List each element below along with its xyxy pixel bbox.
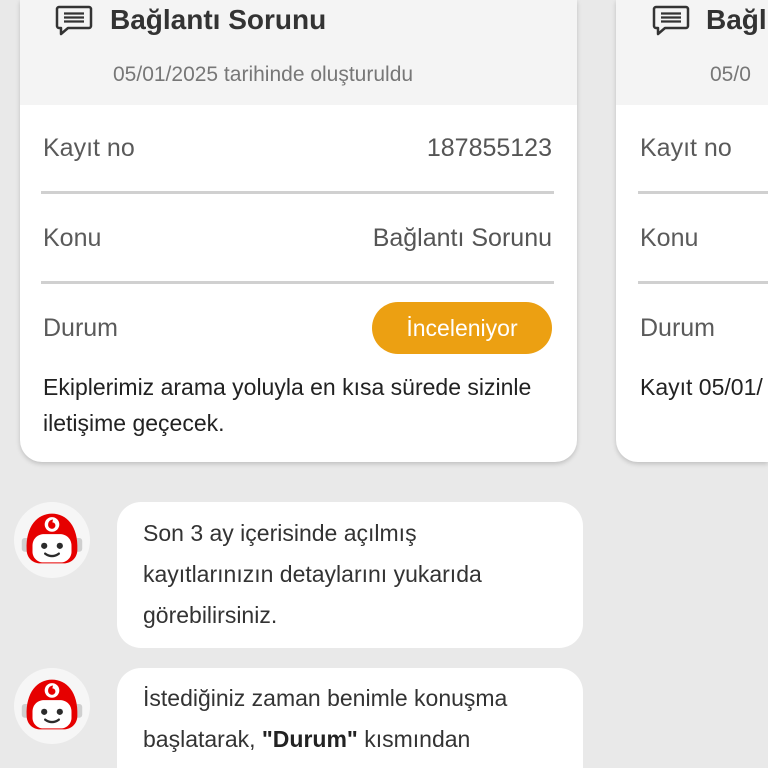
record-number-label: Kayıt no (640, 134, 732, 162)
ticket-note-line: Ekiplerimiz arama yoluyla en kısa sürede… (43, 374, 532, 400)
status-label: Durum (640, 314, 716, 342)
subject-value: Bağlantı Sorunu (372, 224, 552, 252)
ticket-note: Ekiplerimiz arama yoluyla en kısa sürede… (43, 369, 531, 441)
tobi-avatar-icon (13, 501, 91, 579)
message-line: Son 3 ay içerisinde açılmış (143, 520, 417, 546)
ticket-card-header: Bağl 05/0 (616, 0, 768, 105)
message-line: başlatarak, "Durum" kısmından (143, 719, 583, 760)
ticket-note: Kayıt 05/01/ (640, 369, 763, 405)
record-number-value: 187855123 (426, 134, 552, 162)
row-divider (638, 191, 768, 194)
chat-bubble-icon (55, 5, 93, 37)
tobi-avatar-icon (13, 667, 91, 745)
chat-message-bubble: İstediğiniz zaman benimle konuşma başlat… (117, 668, 583, 768)
record-number-label: Kayıt no (43, 134, 135, 162)
ticket-created-date: 05/0 (710, 63, 751, 86)
message-text: kısmından (357, 726, 471, 752)
ticket-card-header: Bağlantı Sorunu 05/01/2025 tarihinde olu… (20, 0, 577, 105)
ticket-card[interactable]: Bağlantı Sorunu 05/01/2025 tarihinde olu… (20, 0, 577, 462)
ticket-note-line: Kayıt 05/01/ (640, 374, 763, 400)
message-bold-text: "Durum" (261, 726, 358, 752)
message-line: İstediğiniz zaman benimle konuşma (143, 685, 508, 711)
row-divider (638, 281, 768, 284)
ticket-note-line: iletişime geçecek. (43, 410, 225, 436)
chat-message-bubble: Son 3 ay içerisinde açılmış kayıtlarınız… (117, 502, 583, 648)
ticket-title: Bağlantı Sorunu (110, 4, 327, 35)
ticket-card[interactable]: Bağl 05/0 Kayıt no Konu Durum Kayıt 05/0… (616, 0, 768, 462)
message-line: kayıtlarınızın detaylarını yukarıda (143, 561, 482, 587)
message-line: görebilirsiniz. (143, 602, 278, 628)
ticket-title: Bağl (706, 4, 767, 35)
chat-bubble-icon (652, 5, 690, 37)
row-divider (41, 281, 554, 284)
status-badge: İnceleniyor (372, 302, 552, 354)
subject-label: Konu (43, 224, 102, 252)
ticket-created-date: 05/01/2025 tarihinde oluşturuldu (113, 63, 414, 86)
subject-label: Konu (640, 224, 699, 252)
row-divider (41, 191, 554, 194)
status-label: Durum (43, 314, 119, 342)
message-text: başlatarak, (143, 726, 262, 752)
